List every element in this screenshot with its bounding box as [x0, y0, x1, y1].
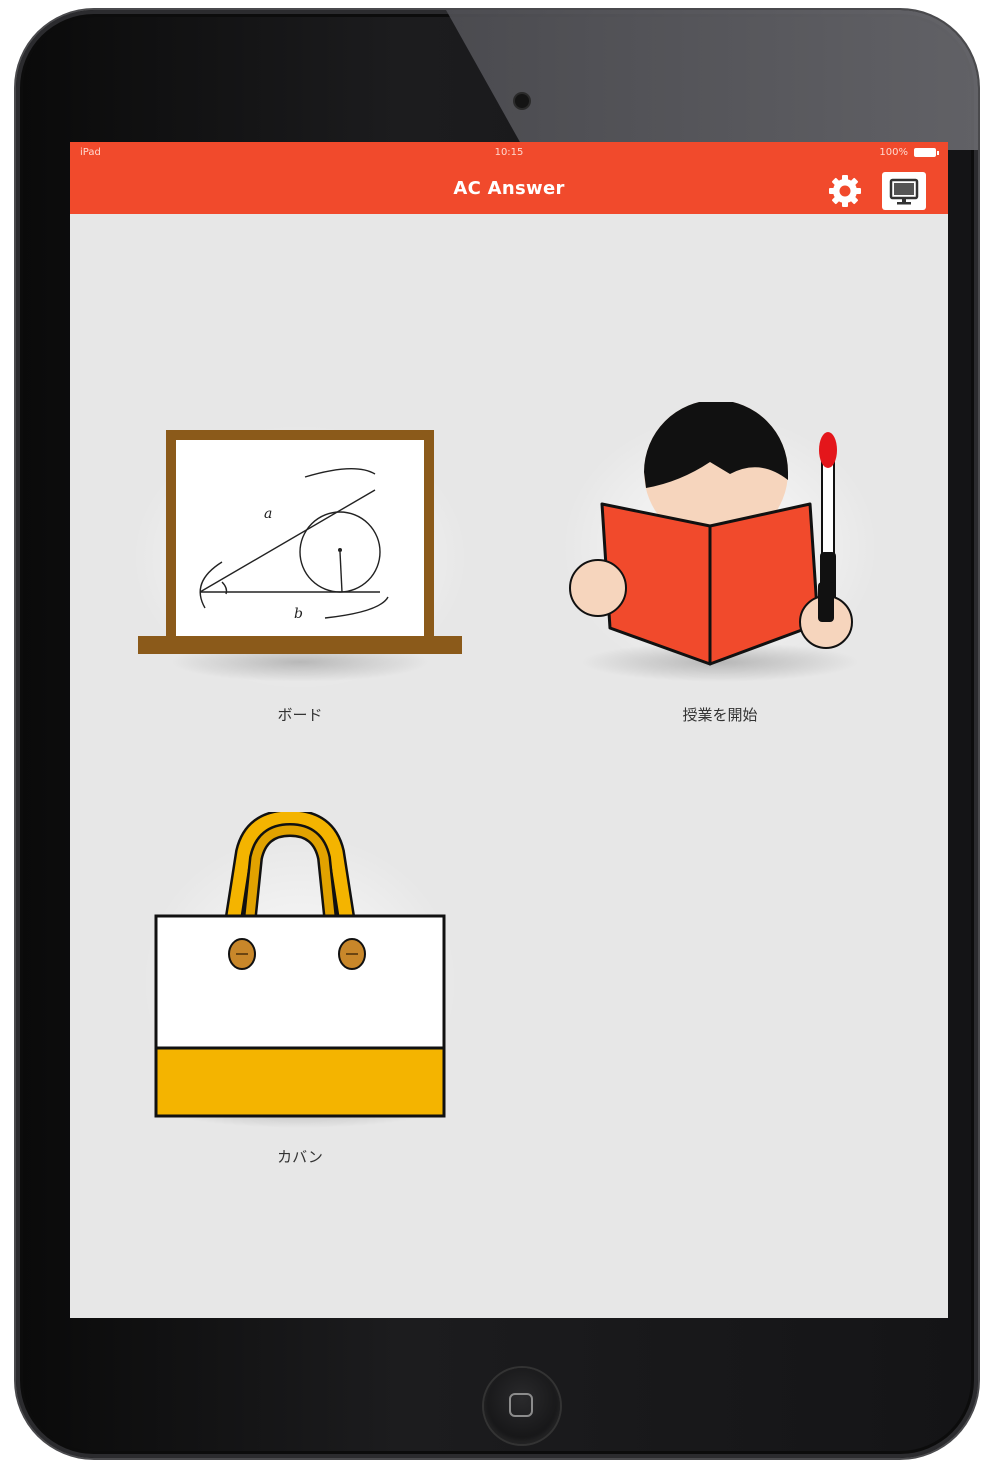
status-time: 10:15 [494, 147, 524, 158]
gear-icon [829, 175, 861, 207]
tile-bag-label: カバン [277, 1148, 323, 1166]
battery-icon [914, 148, 939, 157]
blackboard-icon: a b [138, 430, 462, 654]
bezel-reflection [446, 10, 978, 150]
home-button[interactable] [484, 1368, 560, 1444]
bag-icon [154, 812, 446, 1118]
board-label-b: b [294, 606, 303, 622]
tile-start-class-label: 授業を開始 [682, 706, 758, 724]
tile-bag[interactable]: カバン [140, 812, 460, 1172]
navigation-bar: iPad 10:15 100% AC Answer [70, 142, 948, 214]
tile-start-class[interactable]: 授業を開始 [560, 402, 880, 742]
status-bar: iPad 10:15 100% [70, 142, 948, 164]
page-title: AC Answer [453, 178, 565, 199]
reading-teacher-icon [569, 402, 853, 666]
app-screen: iPad 10:15 100% AC Answer a b ボード 授業を開始 … [70, 142, 948, 1318]
tile-board[interactable]: a b ボード [130, 422, 470, 742]
board-label-a: a [264, 506, 272, 522]
tile-board-label: ボード [277, 706, 323, 724]
home-square-icon [509, 1393, 533, 1417]
status-right: 100% [879, 147, 939, 158]
status-battery-text: 100% [879, 147, 908, 158]
front-camera [515, 94, 529, 108]
settings-button[interactable] [826, 172, 864, 210]
monitor-icon [889, 178, 919, 205]
display-button[interactable] [882, 172, 926, 210]
